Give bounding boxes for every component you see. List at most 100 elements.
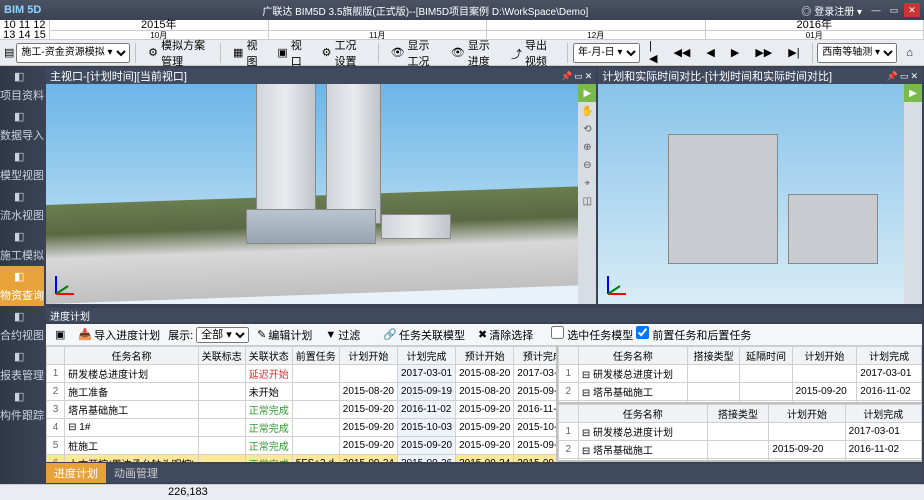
- schedule-table[interactable]: 任务名称关联标志关联状态前置任务计划开始计划完成预计开始预计完成实际1研发楼总进…: [46, 346, 558, 462]
- panel-title: 主视口-[计划时间][当前视口]: [50, 68, 187, 84]
- nav-item-6[interactable]: ◧合约视图: [0, 306, 44, 346]
- col-header[interactable]: 任务名称: [65, 347, 199, 365]
- table-row[interactable]: 5 桩施工正常完成2015-09-202015-09-202015-09-202…: [47, 437, 558, 455]
- col-header[interactable]: 计划开始: [792, 347, 857, 365]
- col-header[interactable]: [47, 347, 65, 365]
- nav-icon: ◧: [14, 110, 30, 126]
- table-row[interactable]: 2 施工准备未开始2015-08-202015-09-192015-08-202…: [47, 383, 558, 401]
- zoom-out-icon[interactable]: ⊖: [578, 156, 596, 174]
- clear-select-button[interactable]: ✖ 清除选择: [473, 326, 538, 344]
- nav-toggle-icon[interactable]: ▤: [4, 46, 14, 59]
- nav-icon: ◧: [14, 350, 30, 366]
- col-header[interactable]: 预计完成: [514, 347, 558, 365]
- nav-item-2[interactable]: ◧模型视图: [0, 146, 44, 186]
- panel-close-icon[interactable]: ✕: [910, 71, 918, 82]
- col-header[interactable]: 任务名称: [578, 347, 687, 365]
- tab-schedule[interactable]: 进度计划: [46, 463, 106, 483]
- play-button[interactable]: ▶: [724, 43, 746, 62]
- table-row[interactable]: 6 土方开挖(周边承台轴头明挖)正常完成5FS+3 d2015-09-24201…: [47, 455, 558, 463]
- zoom-in-icon[interactable]: ⊕: [578, 138, 596, 156]
- 3d-viewport-main[interactable]: ▶ ✋ ⟲ ⊕ ⊖ ⌖ ◫: [46, 84, 596, 304]
- maximize-button[interactable]: ▭: [886, 3, 902, 17]
- nav-item-0[interactable]: ◧项目资料: [0, 66, 44, 106]
- col-header[interactable]: [558, 347, 578, 365]
- table-row[interactable]: 1研发楼总进度计划延迟开始2017-03-012015-08-202017-03…: [47, 365, 558, 383]
- rewind-button[interactable]: ◀◀: [666, 43, 697, 62]
- main-viewport-panel: 主视口-[计划时间][当前视口] 📌▭✕ ▶ ✋ ⟲ ⊕ ⊖ ⌖ ◫: [46, 68, 596, 304]
- date-format-combo[interactable]: 年-月-日 ▾: [573, 43, 640, 63]
- left-nav: ◧项目资料◧数据导入◧模型视图◧流水视图◧施工模拟◧物资查询◧合约视图◧报表管理…: [0, 66, 44, 484]
- tab-animation[interactable]: 动画管理: [106, 463, 166, 483]
- table-row[interactable]: 1⊟ 研发楼总进度计划2017-03-01: [558, 365, 921, 383]
- last-button[interactable]: ▶|: [781, 43, 806, 62]
- time-days: 10 11 12 13 14 15 16: [0, 20, 50, 39]
- nav-item-3[interactable]: ◧流水视图: [0, 186, 44, 226]
- nav-item-4[interactable]: ◧施工模拟: [0, 226, 44, 266]
- successor-table[interactable]: 任务名称搭接类型计划开始计划完成1⊟ 研发楼总进度计划2017-03-012 ⊟…: [558, 404, 922, 462]
- col-header[interactable]: 计划开始: [769, 405, 845, 423]
- orbit-tool-icon[interactable]: ⟲: [578, 120, 596, 138]
- import-schedule-button[interactable]: 📥 导入进度计划: [73, 326, 165, 344]
- section-icon[interactable]: ◫: [578, 192, 596, 210]
- camera-combo[interactable]: 西南等轴测 ▾: [817, 43, 897, 63]
- col-header[interactable]: 计划完成: [397, 347, 455, 365]
- nav-icon: ◧: [14, 310, 30, 326]
- nav-item-7[interactable]: ◧报表管理: [0, 346, 44, 386]
- col-header[interactable]: 计划完成: [845, 405, 921, 423]
- panel-pin-icon[interactable]: 📌: [561, 71, 572, 82]
- chk-pre-post[interactable]: 前置任务和后置任务: [636, 326, 751, 343]
- pan-tool-icon[interactable]: ✋: [578, 102, 596, 120]
- table-row[interactable]: 2 ⊟ 塔吊基础施工2015-09-202016-11-02: [558, 441, 921, 459]
- panel-max-icon[interactable]: ▭: [574, 71, 583, 82]
- user-login[interactable]: ◎ 登录注册 ▾: [801, 3, 862, 18]
- eye-icon: 👁: [451, 46, 465, 60]
- assoc-model-button[interactable]: 🔗 任务关联模型: [378, 326, 470, 344]
- col-header[interactable]: 计划开始: [339, 347, 397, 365]
- panel-close-icon[interactable]: ✕: [585, 71, 593, 82]
- nav-item-1[interactable]: ◧数据导入: [0, 106, 44, 146]
- fwd-button[interactable]: ▶▶: [748, 43, 779, 62]
- 3d-viewport-compare[interactable]: ▶: [598, 84, 922, 304]
- gear-icon: ⚙: [148, 46, 158, 60]
- tree-toggle-icon[interactable]: ▣: [50, 327, 70, 342]
- col-header[interactable]: 计划完成: [857, 347, 922, 365]
- panel-pin-icon[interactable]: 📌: [887, 71, 898, 82]
- home-view-icon[interactable]: ⌂: [899, 44, 920, 62]
- schedule-title: 进度计划: [46, 308, 922, 322]
- chk-selected-model[interactable]: 选中任务模型: [551, 326, 633, 343]
- col-header[interactable]: 搭接类型: [707, 405, 769, 423]
- col-header[interactable]: 延隔时间: [740, 347, 792, 365]
- minimize-button[interactable]: —: [868, 3, 884, 17]
- table-row[interactable]: 3 ⊟ 1#2015-09-202015-10-03: [558, 459, 921, 463]
- nav-item-5[interactable]: ◧物资查询: [0, 266, 44, 306]
- close-button[interactable]: ✕: [904, 3, 920, 17]
- col-header[interactable]: 关联状态: [245, 347, 292, 365]
- fit-icon[interactable]: ⌖: [578, 174, 596, 192]
- col-header[interactable]: 预计开始: [456, 347, 514, 365]
- col-header[interactable]: [558, 405, 578, 423]
- window-controls: — ▭ ✕: [868, 3, 920, 17]
- table-row[interactable]: 4 ⊟ 1#正常完成2015-09-202015-10-032015-09-20…: [47, 419, 558, 437]
- col-header[interactable]: 搭接类型: [688, 347, 740, 365]
- col-header[interactable]: 任务名称: [578, 405, 707, 423]
- table-row[interactable]: 2 ⊟ 塔吊基础施工2015-09-202016-11-02: [558, 383, 921, 401]
- panel-max-icon[interactable]: ▭: [900, 71, 909, 82]
- nav-item-8[interactable]: ◧构件跟踪: [0, 386, 44, 426]
- export-icon: ⤴: [511, 46, 522, 60]
- show-filter-combo[interactable]: 全部 ▾: [196, 327, 249, 343]
- predecessor-table[interactable]: 任务名称搭接类型延隔时间计划开始计划完成1⊟ 研发楼总进度计划2017-03-0…: [558, 346, 922, 404]
- filter-button[interactable]: ▼ 过滤: [320, 326, 365, 344]
- prev-button[interactable]: ◀: [699, 43, 721, 62]
- model-combo[interactable]: 施工-资金资源模拟 ▾: [16, 43, 130, 63]
- cube-icon: ▦: [233, 46, 243, 60]
- select-tool-icon[interactable]: ▶: [904, 84, 922, 102]
- col-header[interactable]: 关联标志: [198, 347, 245, 365]
- table-row[interactable]: 1⊟ 研发楼总进度计划2017-03-01: [558, 423, 921, 441]
- edit-plan-button[interactable]: ✎ 编辑计划: [252, 326, 317, 344]
- eye-icon: 👁: [391, 46, 405, 60]
- first-button[interactable]: |◀: [642, 37, 664, 68]
- select-tool-icon[interactable]: ▶: [578, 84, 596, 102]
- viewport-tools: ▶ ✋ ⟲ ⊕ ⊖ ⌖ ◫: [578, 84, 596, 304]
- table-row[interactable]: 3 塔吊基础施工正常完成2015-09-202016-11-022015-09-…: [47, 401, 558, 419]
- col-header[interactable]: 前置任务: [292, 347, 339, 365]
